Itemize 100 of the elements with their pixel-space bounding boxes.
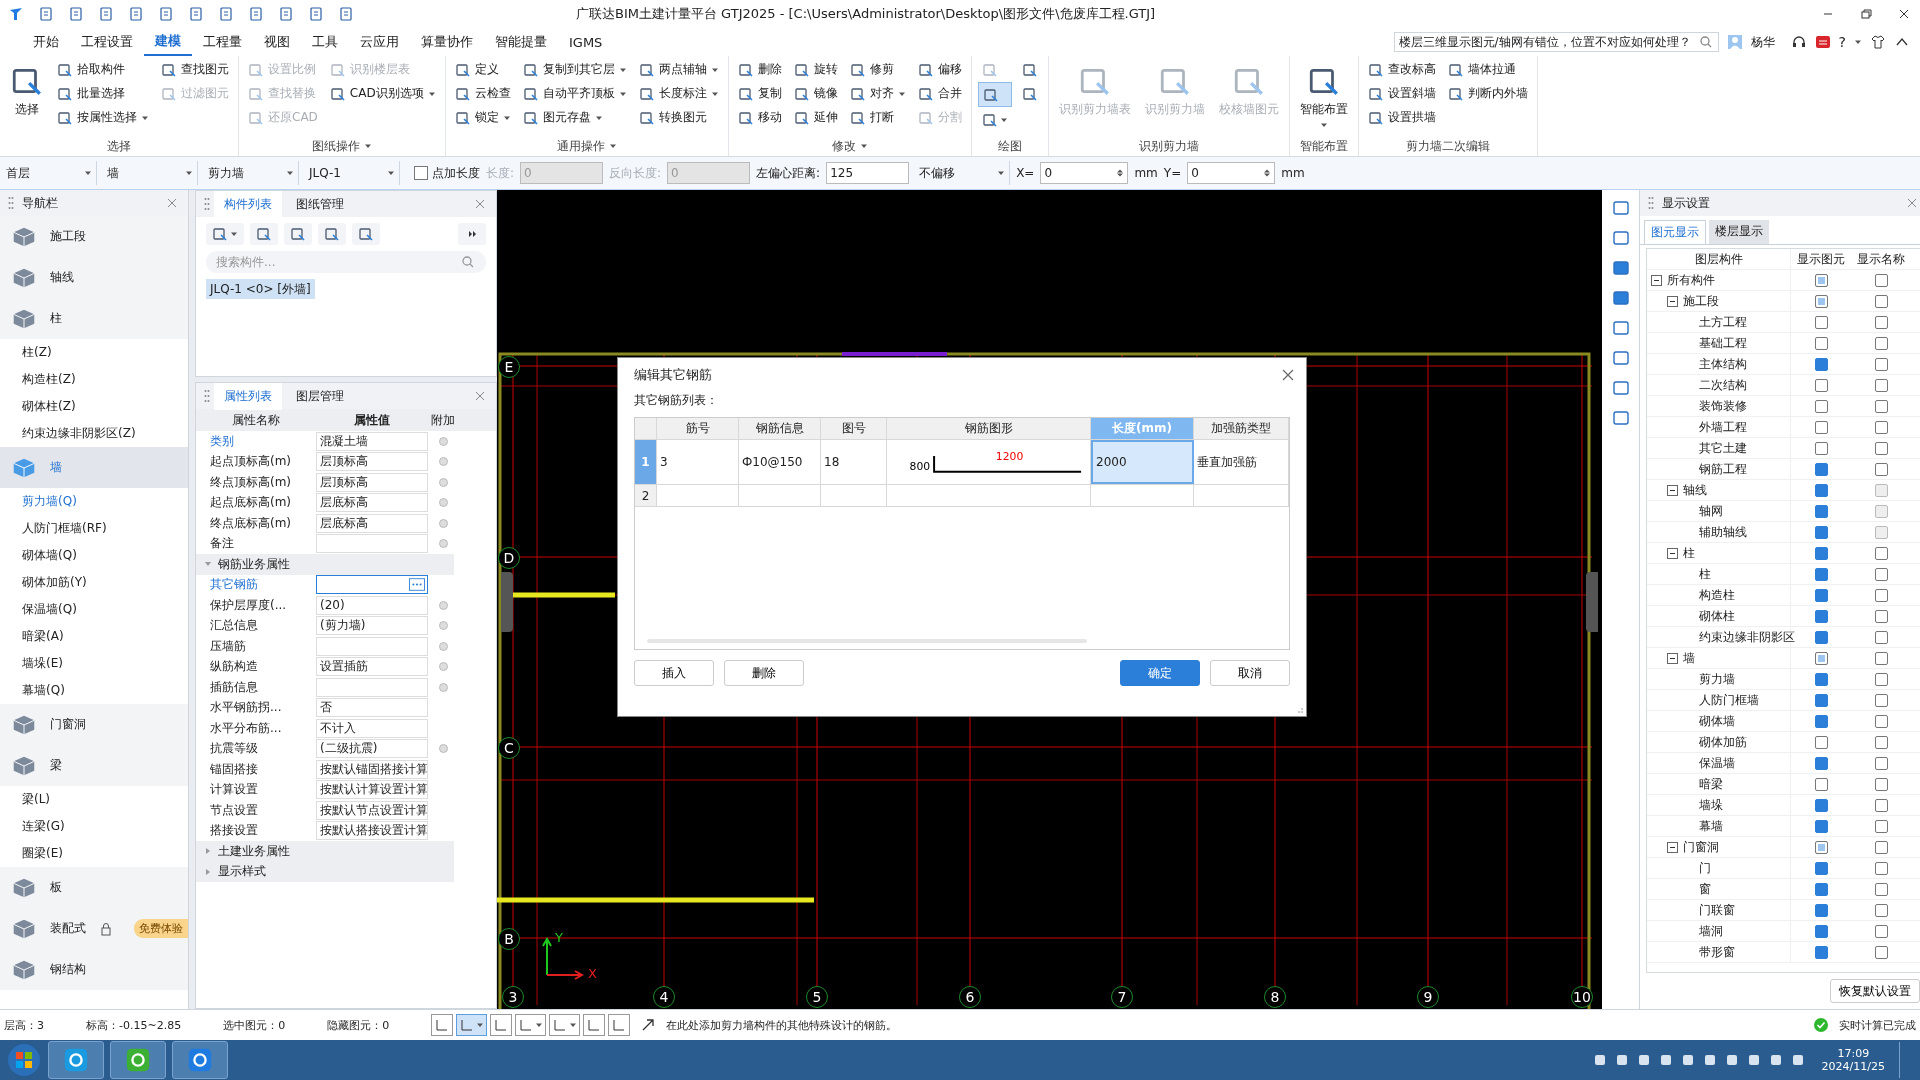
nav-category[interactable]: 柱 bbox=[0, 298, 188, 339]
checkbox[interactable] bbox=[1874, 756, 1888, 770]
nav-category[interactable]: 轴线 bbox=[0, 257, 188, 298]
collapse-toggle-icon[interactable] bbox=[1651, 274, 1662, 286]
checkbox[interactable] bbox=[1874, 546, 1888, 560]
dropdown-field[interactable]: 不偏移 bbox=[915, 161, 1011, 185]
nav-item[interactable]: 圈梁(E) bbox=[0, 840, 188, 867]
dialog-button[interactable]: 确定 bbox=[1120, 660, 1200, 686]
dialog-button[interactable]: 插入 bbox=[634, 660, 714, 686]
property-value-field[interactable]: 按默认节点设置计算 bbox=[316, 800, 428, 820]
checkbox[interactable] bbox=[1814, 903, 1828, 917]
toolbar-icon[interactable] bbox=[278, 6, 294, 22]
restore-icon[interactable] bbox=[1858, 6, 1874, 22]
shirt-icon[interactable] bbox=[1870, 34, 1886, 50]
view-tool-icon[interactable] bbox=[1610, 228, 1631, 248]
nav-category[interactable]: 装配式 免费体验 bbox=[0, 908, 188, 949]
property-value-field[interactable]: 层顶标高 bbox=[316, 452, 428, 472]
property-value-field[interactable]: 设置插筋 bbox=[316, 657, 428, 677]
nav-category[interactable]: 墙 bbox=[0, 447, 188, 488]
checkbox[interactable] bbox=[1814, 315, 1828, 329]
ribbon-button[interactable]: 设置斜墙 bbox=[1364, 82, 1439, 105]
property-value-field[interactable]: 混凝土墙 bbox=[316, 431, 428, 451]
view-tool-icon[interactable] bbox=[1610, 318, 1631, 338]
toolbar-icon[interactable] bbox=[188, 6, 204, 22]
toolbar-button[interactable] bbox=[206, 223, 244, 245]
checkbox[interactable] bbox=[1814, 546, 1828, 560]
table-cell[interactable]: 2000 bbox=[1091, 440, 1194, 484]
checkbox[interactable] bbox=[1814, 588, 1828, 602]
nav-item[interactable]: 人防门框墙(RF) bbox=[0, 515, 188, 542]
toolbar-icon[interactable] bbox=[308, 6, 324, 22]
ribbon-button[interactable]: 判断内外墙 bbox=[1444, 82, 1531, 105]
collapse-handle[interactable] bbox=[1586, 572, 1598, 632]
checkbox[interactable] bbox=[1814, 861, 1828, 875]
checkbox[interactable] bbox=[1814, 924, 1828, 938]
nav-item[interactable]: 保温墙(Q) bbox=[0, 596, 188, 623]
nav-item[interactable]: 砌体加筋(Y) bbox=[0, 569, 188, 596]
ribbon-button[interactable]: 旋转 bbox=[790, 58, 841, 81]
nav-category[interactable]: 门窗洞 bbox=[0, 704, 188, 745]
checkbox[interactable] bbox=[1814, 336, 1828, 350]
ribbon-button[interactable]: 查改标高 bbox=[1364, 58, 1439, 81]
toolbar-icon[interactable] bbox=[338, 6, 354, 22]
ribbon-button[interactable]: 设置拱墙 bbox=[1364, 106, 1439, 129]
view-tool-icon[interactable] bbox=[1610, 288, 1631, 308]
property-value-field[interactable]: (剪力墙) bbox=[316, 616, 428, 636]
checkbox[interactable] bbox=[1874, 777, 1888, 791]
checkbox[interactable] bbox=[1814, 420, 1828, 434]
snap-tool-button[interactable] bbox=[490, 1014, 513, 1036]
checkbox[interactable] bbox=[1814, 294, 1828, 308]
nav-category[interactable]: 梁 bbox=[0, 745, 188, 786]
checkbox[interactable] bbox=[1814, 735, 1828, 749]
checkbox[interactable] bbox=[1814, 819, 1828, 833]
checkbox[interactable] bbox=[1874, 693, 1888, 707]
view-tool-icon[interactable] bbox=[1610, 258, 1631, 278]
input-field[interactable]: 125 bbox=[826, 162, 910, 184]
start-button[interactable] bbox=[6, 1042, 42, 1078]
component-item[interactable]: JLQ-1 <0> [外墙] bbox=[206, 279, 315, 299]
property-value-field[interactable] bbox=[316, 575, 428, 595]
property-value-field[interactable]: 层底标高 bbox=[316, 493, 428, 513]
checkbox[interactable] bbox=[1814, 504, 1828, 518]
checkbox[interactable] bbox=[1874, 819, 1888, 833]
checkbox[interactable] bbox=[1874, 609, 1888, 623]
checkbox[interactable] bbox=[1874, 630, 1888, 644]
nav-item[interactable]: 连梁(G) bbox=[0, 813, 188, 840]
checkbox[interactable] bbox=[1874, 840, 1888, 854]
ribbon-button[interactable]: 图元存盘 bbox=[519, 106, 630, 129]
ribbon-button[interactable]: 批量选择 bbox=[54, 82, 152, 105]
property-value-field[interactable]: 按默认搭接设置计算 bbox=[316, 821, 428, 841]
collapse-toggle-icon[interactable] bbox=[1667, 547, 1678, 559]
attach-radio[interactable] bbox=[438, 477, 448, 487]
attach-radio[interactable] bbox=[438, 518, 448, 528]
headset-icon[interactable] bbox=[1790, 34, 1807, 50]
checkbox[interactable] bbox=[1814, 693, 1828, 707]
nav-item[interactable]: 砌体柱(Z) bbox=[0, 393, 188, 420]
ribbon-button[interactable]: 长度标注 bbox=[635, 82, 722, 105]
toolbar-icon[interactable] bbox=[38, 6, 54, 22]
view-tool-icon[interactable] bbox=[1610, 378, 1631, 398]
panel-tab[interactable]: 构件列表 bbox=[214, 190, 282, 218]
checkbox[interactable] bbox=[1874, 294, 1888, 308]
toolbar-button[interactable] bbox=[250, 223, 278, 245]
nav-item[interactable]: 构造柱(Z) bbox=[0, 366, 188, 393]
attach-radio[interactable] bbox=[438, 600, 448, 610]
menu-tab[interactable]: 视图 bbox=[253, 29, 301, 55]
checkbox[interactable] bbox=[1814, 882, 1828, 896]
toolbar-icon[interactable] bbox=[248, 6, 264, 22]
nav-item[interactable]: 梁(L) bbox=[0, 786, 188, 813]
view-tool-icon[interactable] bbox=[1610, 348, 1631, 368]
snap-tool-button[interactable] bbox=[515, 1014, 547, 1036]
spin-field[interactable]: 0 bbox=[1187, 162, 1276, 184]
snap-tool-button[interactable] bbox=[583, 1014, 606, 1036]
toolbar-icon[interactable] bbox=[158, 6, 174, 22]
checkbox[interactable] bbox=[1874, 672, 1888, 686]
attach-radio[interactable] bbox=[438, 662, 448, 672]
checkbox[interactable] bbox=[1874, 735, 1888, 749]
column-header[interactable]: 图号 bbox=[821, 418, 887, 439]
attach-radio[interactable] bbox=[438, 436, 448, 446]
checkbox[interactable] bbox=[1874, 798, 1888, 812]
dropdown-field[interactable]: 剪力墙 bbox=[204, 161, 299, 185]
spin-field[interactable]: 0 bbox=[1040, 162, 1129, 184]
property-value-field[interactable]: (20) bbox=[316, 595, 428, 615]
column-header[interactable]: 钢筋信息 bbox=[739, 418, 821, 439]
